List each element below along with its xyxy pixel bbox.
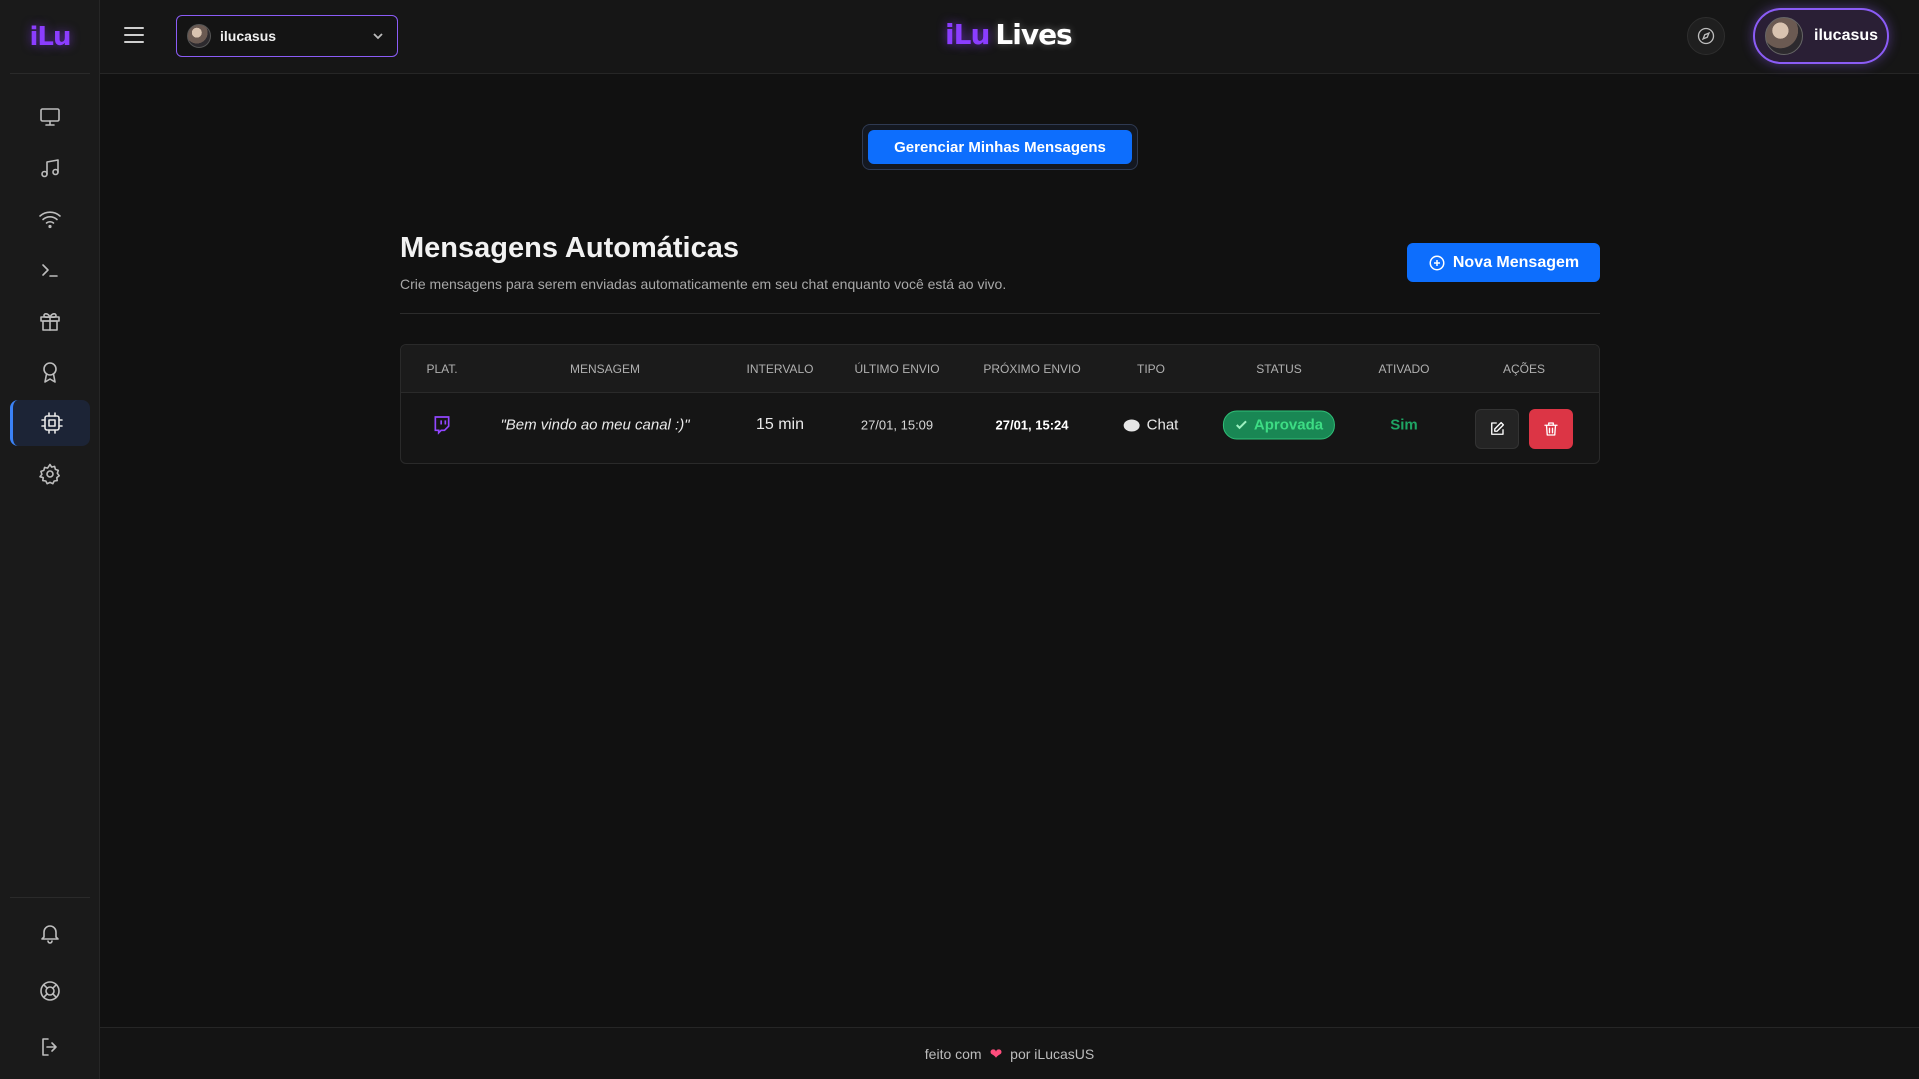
- user-menu-button[interactable]: ilucasus: [1753, 8, 1889, 64]
- hamburger-icon: [124, 27, 144, 43]
- type-label: Chat: [1146, 416, 1179, 434]
- footer-prefix: feito com: [924, 1045, 982, 1062]
- wifi-icon: [39, 211, 61, 229]
- sidebar-item-logout[interactable]: [10, 1024, 90, 1070]
- sidebar-item-gift[interactable]: [10, 298, 90, 344]
- new-message-button[interactable]: Nova Mensagem: [1407, 243, 1600, 282]
- sidebar-item-wifi[interactable]: [10, 196, 90, 242]
- gift-icon: [40, 313, 60, 331]
- sidebar-divider: [10, 897, 90, 898]
- column-header-actions: Ações: [1502, 362, 1546, 376]
- manage-messages-button[interactable]: Gerenciar Minhas Mensagens: [868, 130, 1132, 164]
- divider: [400, 313, 1600, 314]
- footer-suffix: por iLucasUS: [1010, 1045, 1095, 1062]
- trash-icon: [1544, 422, 1558, 436]
- sidebar-item-award[interactable]: [10, 349, 90, 395]
- logout-icon: [42, 1038, 57, 1056]
- edit-button[interactable]: [1475, 409, 1519, 449]
- footer: feito com ❤ por iLucasUS: [100, 1027, 1919, 1079]
- type-value: Chat: [1123, 416, 1179, 434]
- channel-name: ilucasus: [220, 28, 277, 44]
- channel-avatar: [187, 24, 211, 48]
- menu-toggle-button[interactable]: [123, 24, 145, 48]
- interval-value: 15 min: [755, 416, 805, 433]
- sidebar-item-automation[interactable]: [10, 400, 90, 446]
- channel-select[interactable]: ilucasus: [176, 15, 398, 57]
- message-text: "Bem vindo ao meu canal :)": [500, 416, 690, 434]
- column-header-last-sent: Último Envio: [854, 362, 940, 376]
- sidebar-item-monitor[interactable]: [10, 94, 90, 140]
- column-header-message: Mensagem: [569, 362, 641, 376]
- brand-logo[interactable]: iLu Lives: [945, 18, 1073, 51]
- page-subtitle: Crie mensagens para serem enviadas autom…: [400, 276, 1007, 292]
- sidebar-item-notifications[interactable]: [10, 910, 90, 956]
- column-header-status: Status: [1256, 362, 1302, 376]
- logo-text: iLu: [29, 21, 72, 52]
- lifebuoy-icon: [40, 981, 60, 1001]
- terminal-icon: [42, 264, 58, 277]
- sidebar-logo[interactable]: iLu: [10, 0, 90, 74]
- music-icon: [41, 159, 59, 178]
- delete-button[interactable]: [1529, 409, 1573, 449]
- heart-icon: ❤: [989, 1045, 1003, 1063]
- page-title: Mensagens Automáticas: [400, 232, 739, 264]
- monitor-icon: [40, 108, 60, 126]
- edit-icon: [1491, 421, 1505, 435]
- column-header-platform: Plat.: [426, 362, 458, 376]
- table-header: Plat. Mensagem Intervalo Último Envio Pr…: [401, 345, 1599, 393]
- status-badge: Aprovada: [1222, 410, 1336, 440]
- plus-circle-icon: [1429, 255, 1445, 270]
- enabled-value: Sim: [1390, 416, 1418, 434]
- settings-icon: [39, 463, 60, 485]
- column-header-next-send: Próximo Envio: [983, 362, 1081, 376]
- award-icon: [43, 362, 57, 383]
- column-header-enabled: Ativado: [1378, 362, 1430, 376]
- top-bar: ilucasus iLu Lives ilucasus: [100, 0, 1919, 74]
- chevron-down-icon: [371, 29, 385, 43]
- compass-icon: [1697, 27, 1715, 45]
- chat-bubble-icon: [1123, 419, 1140, 431]
- manage-messages-wrapper: Gerenciar Minhas Mensagens: [862, 124, 1138, 170]
- bell-icon: [41, 925, 59, 944]
- messages-table: Plat. Mensagem Intervalo Último Envio Pr…: [400, 344, 1600, 464]
- sidebar: iLu: [0, 0, 100, 1079]
- explore-button[interactable]: [1687, 17, 1725, 55]
- column-header-interval: Intervalo: [746, 362, 814, 376]
- last-sent-value: 27/01, 15:09: [860, 417, 934, 433]
- sidebar-item-music[interactable]: [10, 145, 90, 191]
- new-message-label: Nova Mensagem: [1452, 253, 1580, 271]
- user-name: ilucasus: [1814, 27, 1879, 44]
- status-label: Aprovada: [1253, 416, 1324, 434]
- sidebar-item-support[interactable]: [10, 968, 90, 1014]
- brand-part-lives: Lives: [995, 18, 1072, 51]
- sidebar-item-terminal[interactable]: [10, 247, 90, 293]
- brand-part-ilu: iLu: [945, 18, 990, 51]
- column-header-type: Tipo: [1136, 362, 1166, 376]
- check-icon: [1236, 420, 1247, 430]
- twitch-icon: [432, 415, 452, 440]
- avatar: [1765, 17, 1803, 55]
- sidebar-item-settings[interactable]: [10, 451, 90, 497]
- next-send-value: 27/01, 15:24: [995, 417, 1069, 433]
- cpu-icon: [40, 412, 63, 434]
